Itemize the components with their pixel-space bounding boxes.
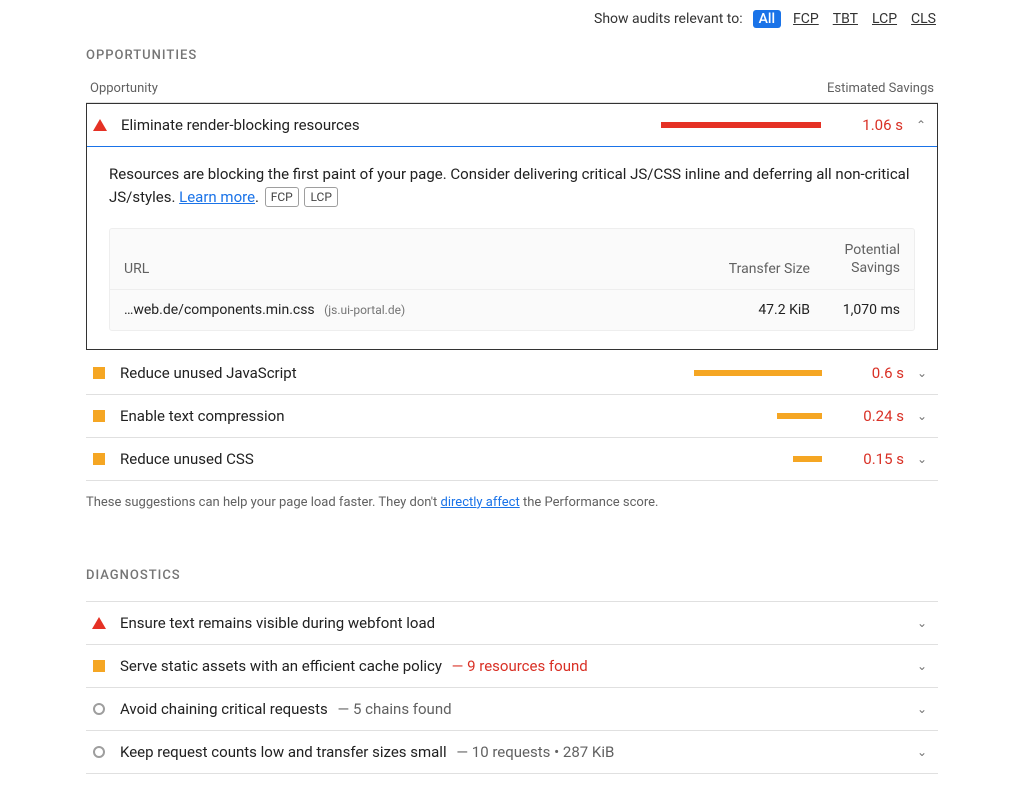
resource-table: URL Transfer Size Potential Savings …web… (109, 228, 915, 331)
resource-row: …web.de/components.min.css (js.ui-portal… (110, 290, 914, 330)
opportunity-label: Reduce unused CSS (120, 450, 662, 468)
filter-all[interactable]: All (753, 10, 781, 28)
savings-time: 0.15 s (846, 450, 904, 468)
opportunity-label: Enable text compression (120, 407, 662, 425)
opportunity-column-headers: Opportunity Estimated Savings (86, 81, 938, 102)
average-icon (92, 366, 106, 380)
diagnostic-row[interactable]: Ensure text remains visible during webfo… (86, 602, 938, 644)
opportunity-row[interactable]: Reduce unused JavaScript 0.6 s ⌄ (86, 352, 938, 394)
chevron-down-icon: ⌄ (912, 452, 932, 466)
col-transfer-size: Transfer Size (700, 261, 810, 277)
opportunity-row[interactable]: Enable text compression 0.24 s ⌄ (86, 395, 938, 437)
filter-lcp[interactable]: LCP (870, 10, 899, 28)
filter-label: Show audits relevant to: (594, 11, 743, 27)
opportunities-heading: OPPORTUNITIES (86, 48, 938, 63)
resource-host: (js.ui-portal.de) (324, 303, 405, 317)
diagnostic-label: Avoid chaining critical requests — 5 cha… (120, 700, 912, 718)
diagnostic-row[interactable]: Avoid chaining critical requests — 5 cha… (86, 688, 938, 730)
col-potential-savings: Potential Savings (810, 241, 900, 277)
opportunity-item: Reduce unused JavaScript 0.6 s ⌄ (86, 352, 938, 395)
chevron-down-icon: ⌄ (912, 702, 932, 716)
opportunity-label: Reduce unused JavaScript (120, 364, 662, 382)
opportunity-list: Eliminate render-blocking resources 1.06… (86, 102, 938, 481)
average-icon (92, 452, 106, 466)
opportunity-item: Reduce unused CSS 0.15 s ⌄ (86, 438, 938, 481)
fail-icon (93, 118, 107, 132)
chevron-down-icon: ⌄ (912, 745, 932, 759)
savings-time: 0.6 s (846, 364, 904, 382)
diagnostic-inline: — 9 resources found (452, 657, 588, 675)
chevron-down-icon: ⌄ (912, 366, 932, 380)
diagnostic-label: Keep request counts low and transfer siz… (120, 743, 912, 761)
audit-filter-row: Show audits relevant to: All FCP TBT LCP… (86, 10, 938, 28)
savings-time: 0.24 s (846, 407, 904, 425)
diagnostic-item: Ensure text remains visible during webfo… (86, 602, 938, 645)
opportunity-description: Resources are blocking the first paint o… (87, 147, 937, 228)
col-opportunity: Opportunity (90, 81, 158, 96)
chevron-up-icon: ⌃ (911, 118, 931, 132)
diagnostic-item: Serve static assets with an efficient ca… (86, 645, 938, 688)
resource-table-head: URL Transfer Size Potential Savings (110, 229, 914, 290)
filter-cls[interactable]: CLS (909, 10, 938, 28)
savings-bar (661, 122, 821, 128)
diagnostic-inline: — 5 chains found (338, 700, 452, 718)
savings-bar (662, 456, 822, 462)
diagnostic-row[interactable]: Keep request counts low and transfer siz… (86, 731, 938, 773)
diagnostic-inline: — 10 requests • 287 KiB (456, 743, 614, 761)
resource-url: …web.de/components.min.css (js.ui-portal… (124, 302, 700, 318)
fail-icon (92, 616, 106, 630)
diagnostic-label: Serve static assets with an efficient ca… (120, 657, 912, 675)
metric-tag-fcp: FCP (265, 187, 299, 207)
opportunity-row[interactable]: Eliminate render-blocking resources 1.06… (87, 104, 937, 147)
opportunities-footnote: These suggestions can help your page loa… (86, 495, 938, 510)
opportunity-row[interactable]: Reduce unused CSS 0.15 s ⌄ (86, 438, 938, 480)
diagnostic-item: Keep request counts low and transfer siz… (86, 731, 938, 774)
col-savings: Estimated Savings (827, 81, 934, 96)
pass-icon (92, 745, 106, 759)
opportunity-item: Enable text compression 0.24 s ⌄ (86, 395, 938, 438)
savings-bar (662, 370, 822, 376)
chevron-down-icon: ⌄ (912, 659, 932, 673)
learn-more-link[interactable]: Learn more (179, 188, 255, 206)
savings-bar (662, 413, 822, 419)
diagnostic-item: Avoid chaining critical requests — 5 cha… (86, 688, 938, 731)
pass-icon (92, 702, 106, 716)
diagnostic-label: Ensure text remains visible during webfo… (120, 614, 912, 632)
opportunity-item: Eliminate render-blocking resources 1.06… (86, 103, 938, 350)
savings-time: 1.06 s (845, 116, 903, 134)
chevron-down-icon: ⌄ (912, 616, 932, 630)
diagnostic-row[interactable]: Serve static assets with an efficient ca… (86, 645, 938, 687)
resource-size: 47.2 KiB (700, 302, 810, 318)
col-url: URL (124, 261, 700, 277)
diagnostics-list: Ensure text remains visible during webfo… (86, 601, 938, 774)
chevron-down-icon: ⌄ (912, 409, 932, 423)
filter-tbt[interactable]: TBT (831, 10, 860, 28)
filter-fcp[interactable]: FCP (791, 10, 821, 28)
diagnostics-heading: DIAGNOSTICS (86, 568, 938, 583)
average-icon (92, 409, 106, 423)
footnote-link[interactable]: directly affect (441, 495, 520, 510)
resource-savings: 1,070 ms (810, 302, 900, 318)
opportunity-label: Eliminate render-blocking resources (121, 116, 661, 134)
average-icon (92, 659, 106, 673)
metric-tag-lcp: LCP (304, 187, 337, 207)
